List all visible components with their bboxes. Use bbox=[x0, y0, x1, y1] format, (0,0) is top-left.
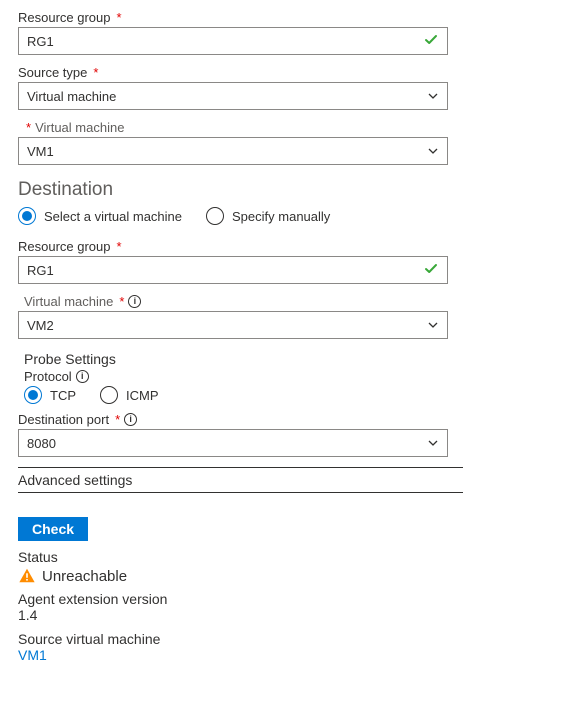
radio-select-vm-label: Select a virtual machine bbox=[44, 209, 182, 224]
source-resource-group-value: RG1 bbox=[27, 34, 417, 49]
status-label: Status bbox=[18, 549, 567, 565]
required-asterisk: * bbox=[26, 120, 31, 135]
agent-version-label: Agent extension version bbox=[18, 591, 567, 607]
radio-icmp[interactable]: ICMP bbox=[100, 386, 159, 404]
radio-icon bbox=[24, 386, 42, 404]
divider bbox=[18, 467, 463, 468]
dest-vm-select[interactable]: VM2 bbox=[18, 311, 448, 339]
chevron-down-icon bbox=[427, 437, 439, 449]
source-vm-select[interactable]: VM1 bbox=[18, 137, 448, 165]
radio-tcp-label: TCP bbox=[50, 388, 76, 403]
radio-specify-manually[interactable]: Specify manually bbox=[206, 207, 330, 225]
source-type-select[interactable]: Virtual machine bbox=[18, 82, 448, 110]
source-type-value: Virtual machine bbox=[27, 89, 417, 104]
source-vm-value: VM1 bbox=[27, 144, 417, 159]
status-value: Unreachable bbox=[42, 568, 127, 585]
chevron-down-icon bbox=[427, 319, 439, 331]
probe-settings-title: Probe Settings bbox=[24, 351, 567, 367]
destination-port-select[interactable]: 8080 bbox=[18, 429, 448, 457]
radio-icon bbox=[206, 207, 224, 225]
radio-icon bbox=[18, 207, 36, 225]
radio-icmp-label: ICMP bbox=[126, 388, 159, 403]
check-button[interactable]: Check bbox=[18, 517, 88, 541]
required-asterisk: * bbox=[115, 412, 120, 427]
radio-specify-manually-label: Specify manually bbox=[232, 209, 330, 224]
destination-mode-radio-group: Select a virtual machine Specify manuall… bbox=[18, 207, 567, 225]
source-vm-result-label: Source virtual machine bbox=[18, 631, 567, 647]
chevron-down-icon bbox=[427, 90, 439, 102]
check-icon bbox=[423, 32, 439, 51]
source-resource-group-label: Resource group* bbox=[18, 10, 567, 25]
agent-version-value: 1.4 bbox=[18, 607, 567, 623]
required-asterisk: * bbox=[93, 65, 98, 80]
dest-resource-group-label: Resource group* bbox=[18, 239, 567, 254]
required-asterisk: * bbox=[117, 10, 122, 25]
info-icon[interactable]: i bbox=[128, 295, 141, 308]
protocol-label: Protocol i bbox=[24, 369, 567, 384]
destination-port-label: Destination port* i bbox=[18, 412, 567, 427]
protocol-radio-group: TCP ICMP bbox=[24, 386, 567, 404]
source-type-label: Source type* bbox=[18, 65, 567, 80]
destination-port-value: 8080 bbox=[27, 436, 417, 451]
advanced-settings-toggle[interactable]: Advanced settings bbox=[18, 470, 463, 493]
check-icon bbox=[423, 261, 439, 280]
status-row: Unreachable bbox=[18, 567, 567, 585]
required-asterisk: * bbox=[117, 239, 122, 254]
required-asterisk: * bbox=[119, 294, 124, 309]
warning-icon bbox=[18, 567, 36, 585]
destination-title: Destination bbox=[18, 179, 567, 201]
dest-vm-value: VM2 bbox=[27, 318, 417, 333]
info-icon[interactable]: i bbox=[124, 413, 137, 426]
source-vm-link[interactable]: VM1 bbox=[18, 647, 567, 663]
info-icon[interactable]: i bbox=[76, 370, 89, 383]
dest-resource-group-select[interactable]: RG1 bbox=[18, 256, 448, 284]
dest-resource-group-value: RG1 bbox=[27, 263, 417, 278]
chevron-down-icon bbox=[427, 145, 439, 157]
radio-icon bbox=[100, 386, 118, 404]
radio-select-vm[interactable]: Select a virtual machine bbox=[18, 207, 182, 225]
dest-vm-label: Virtual machine* i bbox=[24, 294, 567, 309]
source-vm-label: *Virtual machine bbox=[24, 120, 567, 135]
source-resource-group-select[interactable]: RG1 bbox=[18, 27, 448, 55]
radio-tcp[interactable]: TCP bbox=[24, 386, 76, 404]
